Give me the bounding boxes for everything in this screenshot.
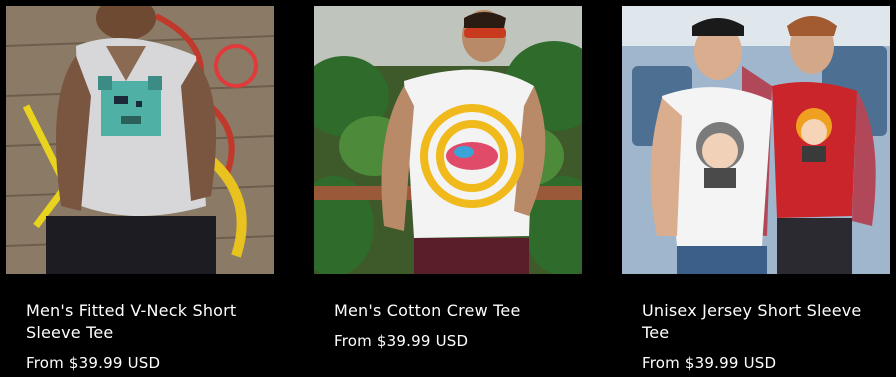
product-title[interactable]: Unisex Jersey Short Sleeve Tee (642, 300, 882, 344)
product-card-vneck[interactable]: Men's Fitted V-Neck Short Sleeve Tee Fro… (6, 0, 274, 377)
product-grid: Men's Fitted V-Neck Short Sleeve Tee Fro… (0, 0, 896, 377)
product-price: From $39.99 USD (334, 332, 469, 350)
product-image-crew[interactable] (314, 6, 582, 274)
product-price: From $39.99 USD (26, 354, 161, 372)
product-card-crew[interactable]: Men's Cotton Crew Tee From $39.99 USD (314, 0, 582, 377)
product-title[interactable]: Men's Cotton Crew Tee (334, 300, 574, 322)
product-price: From $39.99 USD (642, 354, 777, 372)
product-title[interactable]: Men's Fitted V-Neck Short Sleeve Tee (26, 300, 266, 344)
product-image-vneck[interactable] (6, 6, 274, 274)
product-card-jersey[interactable]: Unisex Jersey Short Sleeve Tee From $39.… (622, 0, 890, 377)
product-image-jersey[interactable] (622, 6, 890, 274)
